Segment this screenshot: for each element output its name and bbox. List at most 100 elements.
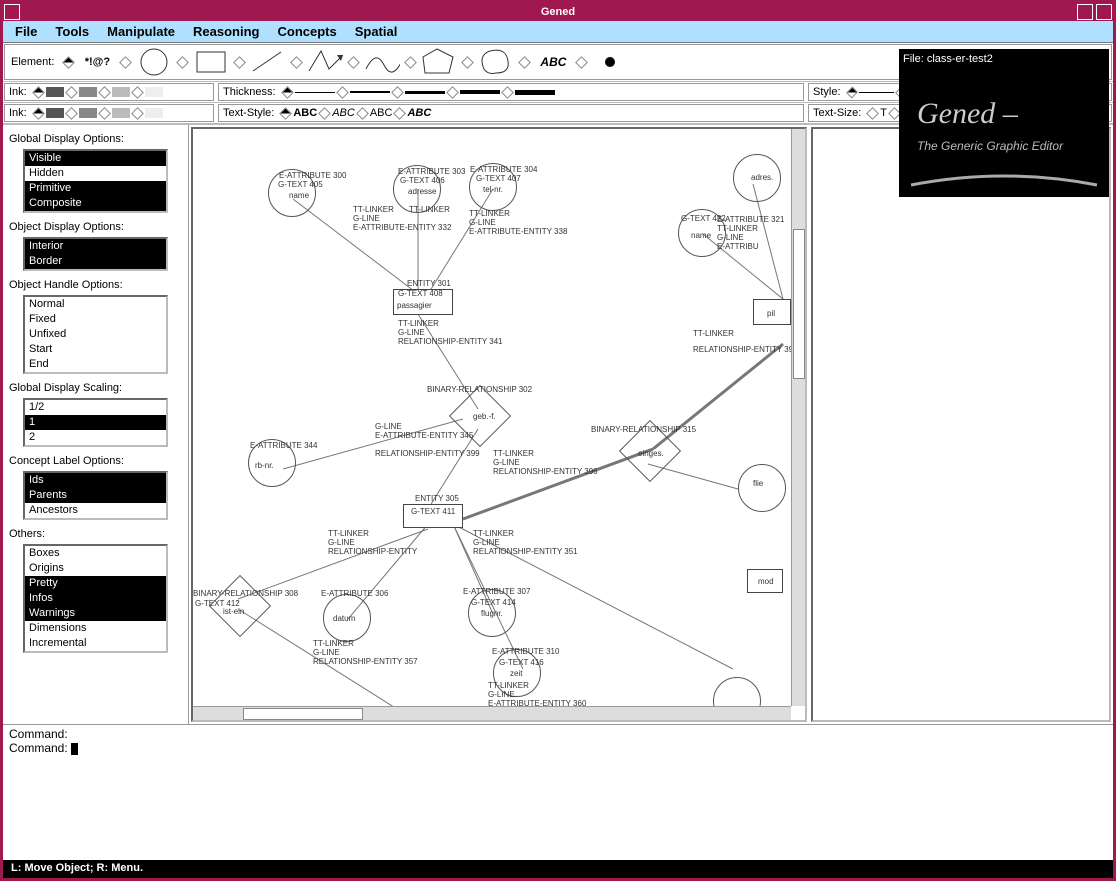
listbox-global_display[interactable]: VisibleHiddenPrimitiveComposite: [23, 149, 168, 213]
list-item[interactable]: Dimensions: [25, 621, 166, 636]
blob-icon[interactable]: [478, 47, 514, 77]
abc-icon[interactable]: ABC: [535, 47, 571, 77]
curve-icon[interactable]: [364, 47, 400, 77]
ink2-radio-4[interactable]: [131, 107, 144, 120]
element-radio-polygon[interactable]: [405, 56, 418, 69]
list-item[interactable]: Ancestors: [25, 503, 166, 518]
ts-bolditalic[interactable]: ABC: [407, 107, 431, 119]
ink-swatch-dark[interactable]: [46, 87, 64, 97]
hscrollbar[interactable]: [193, 706, 791, 720]
arrow-icon[interactable]: [307, 47, 343, 77]
diagram[interactable]: E-ATTRIBUTE 300 name E-ATTRIBUTE 303 adr…: [193, 129, 791, 706]
menu-concepts[interactable]: Concepts: [277, 24, 336, 39]
ink2-swatch-gray[interactable]: [79, 108, 97, 118]
size-radio-t[interactable]: [866, 107, 879, 120]
rect-icon[interactable]: [193, 47, 229, 77]
menu-manipulate[interactable]: Manipulate: [107, 24, 175, 39]
menu-tools[interactable]: Tools: [55, 24, 89, 39]
element-radio-text[interactable]: [63, 56, 76, 69]
list-item[interactable]: Composite: [25, 196, 166, 211]
ink-radio-2[interactable]: [65, 86, 78, 99]
list-item[interactable]: Hidden: [25, 166, 166, 181]
menu-reasoning[interactable]: Reasoning: [193, 24, 259, 39]
element-radio-abc[interactable]: [519, 56, 532, 69]
dot-icon[interactable]: [592, 47, 628, 77]
thick-radio-3[interactable]: [391, 86, 404, 99]
list-item[interactable]: Interior: [25, 239, 166, 254]
line-icon[interactable]: [250, 47, 286, 77]
style-radio-solid[interactable]: [846, 86, 858, 98]
list-item[interactable]: Incremental: [25, 636, 166, 651]
ink2-radio-1[interactable]: [32, 107, 45, 120]
vscroll-thumb[interactable]: [793, 229, 805, 379]
ts-radio-bolditalic[interactable]: [394, 107, 407, 120]
style-solid[interactable]: [859, 92, 894, 93]
list-item[interactable]: 2: [25, 430, 166, 445]
list-item[interactable]: Border: [25, 254, 166, 269]
ink-radio-4[interactable]: [131, 86, 144, 99]
thick-2[interactable]: [350, 91, 390, 93]
thick-5[interactable]: [515, 90, 555, 95]
list-item[interactable]: Infos: [25, 591, 166, 606]
ink2-radio-3[interactable]: [98, 107, 111, 120]
element-radio-line[interactable]: [234, 56, 247, 69]
thick-radio-1[interactable]: [281, 86, 294, 99]
list-item[interactable]: Parents: [25, 488, 166, 503]
ink-radio-3[interactable]: [98, 86, 111, 99]
list-item[interactable]: 1: [25, 415, 166, 430]
list-item[interactable]: Boxes: [25, 546, 166, 561]
list-item[interactable]: Normal: [25, 297, 166, 312]
menu-file[interactable]: File: [15, 24, 37, 39]
list-item[interactable]: Origins: [25, 561, 166, 576]
listbox-object_display[interactable]: InteriorBorder: [23, 237, 168, 271]
ink2-swatch-dark[interactable]: [46, 108, 64, 118]
ts-radio-italic[interactable]: [318, 107, 331, 120]
element-radio-circle[interactable]: [120, 56, 133, 69]
list-item[interactable]: Warnings: [25, 606, 166, 621]
element-radio-dot[interactable]: [576, 56, 589, 69]
circle-icon[interactable]: [136, 47, 172, 77]
ink2-swatch-white[interactable]: [145, 108, 163, 118]
ts-radio-bold[interactable]: [279, 107, 292, 120]
list-item[interactable]: Unfixed: [25, 327, 166, 342]
thick-3[interactable]: [405, 91, 445, 94]
ink-swatch-gray[interactable]: [79, 87, 97, 97]
node-flie[interactable]: [738, 464, 786, 512]
list-item[interactable]: Start: [25, 342, 166, 357]
element-radio-curve[interactable]: [348, 56, 361, 69]
list-item[interactable]: Primitive: [25, 181, 166, 196]
thick-radio-5[interactable]: [501, 86, 514, 99]
system-menu-icon[interactable]: [4, 4, 20, 20]
list-item[interactable]: Visible: [25, 151, 166, 166]
minimize-icon[interactable]: [1077, 4, 1093, 20]
ink-radio-1[interactable]: [32, 86, 45, 99]
size-t[interactable]: T: [880, 107, 887, 119]
hscroll-thumb[interactable]: [243, 708, 363, 720]
ink-swatch-white[interactable]: [145, 87, 163, 97]
listbox-others[interactable]: BoxesOriginsPrettyInfosWarningsDimension…: [23, 544, 168, 653]
listbox-object_handle[interactable]: NormalFixedUnfixedStartEnd: [23, 295, 168, 374]
ts-normal[interactable]: ABC: [370, 107, 393, 119]
ink2-radio-2[interactable]: [65, 107, 78, 120]
element-radio-arrow[interactable]: [291, 56, 304, 69]
ts-radio-normal[interactable]: [356, 107, 369, 120]
element-radio-rect[interactable]: [177, 56, 190, 69]
ts-bold[interactable]: ABC: [293, 107, 317, 119]
menu-spatial[interactable]: Spatial: [355, 24, 398, 39]
ts-italic[interactable]: ABC: [332, 107, 355, 119]
list-item[interactable]: 1/2: [25, 400, 166, 415]
thick-1[interactable]: [295, 92, 335, 93]
thick-radio-4[interactable]: [446, 86, 459, 99]
element-radio-blob[interactable]: [462, 56, 475, 69]
thick-radio-2[interactable]: [336, 86, 349, 99]
listbox-scaling[interactable]: 1/212: [23, 398, 168, 447]
thick-4[interactable]: [460, 90, 500, 94]
listbox-concept_label[interactable]: IdsParentsAncestors: [23, 471, 168, 520]
element-text-icon[interactable]: *!@?: [79, 47, 115, 77]
ink-swatch-light[interactable]: [112, 87, 130, 97]
list-item[interactable]: End: [25, 357, 166, 372]
main-canvas[interactable]: E-ATTRIBUTE 300 name E-ATTRIBUTE 303 adr…: [191, 127, 807, 722]
polygon-icon[interactable]: [421, 47, 457, 77]
command-area[interactable]: Command: Command:: [3, 724, 1113, 758]
list-item[interactable]: Pretty: [25, 576, 166, 591]
